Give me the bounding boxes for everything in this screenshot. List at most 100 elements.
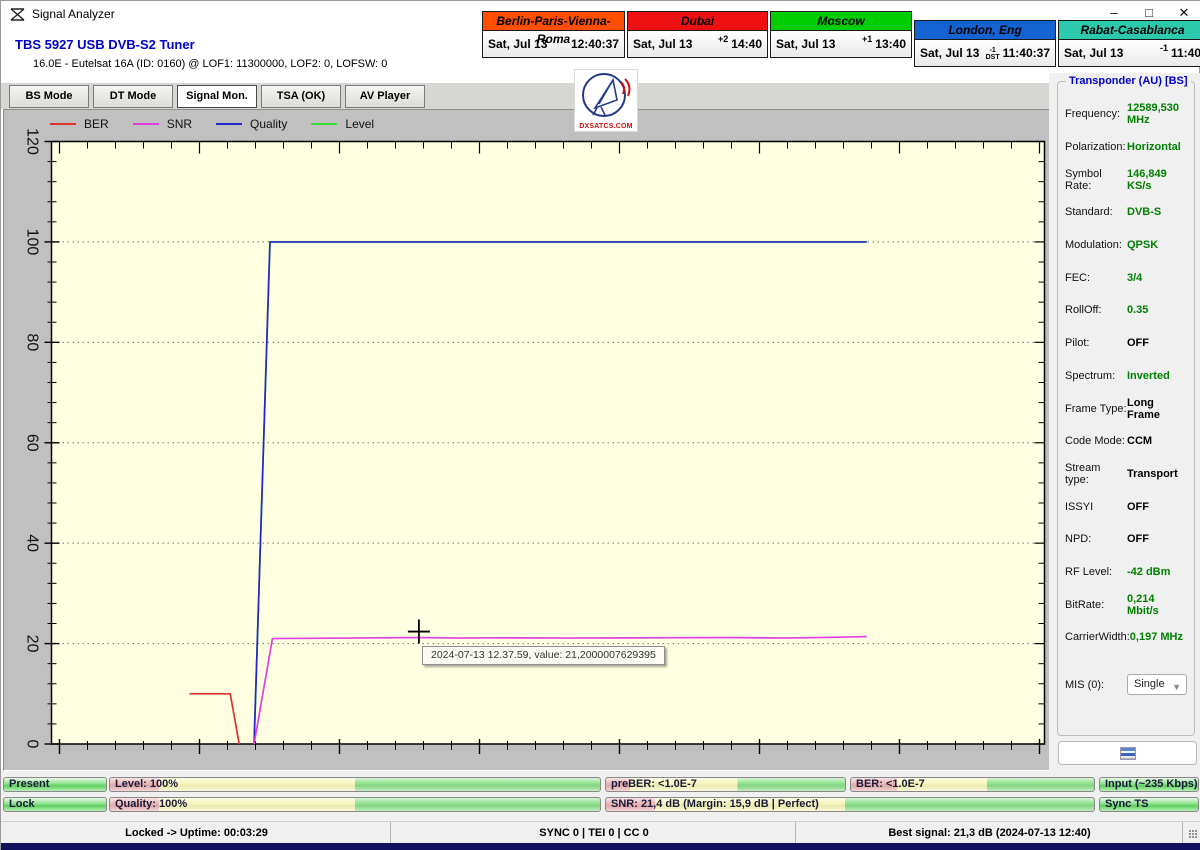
logo-text: DXSATCS.COM: [579, 123, 633, 130]
field-value: Long Frame: [1127, 396, 1161, 421]
svg-text:60: 60: [24, 434, 41, 452]
field-label: CarrierWidth:: [1065, 631, 1130, 644]
field-label: RF Level:: [1065, 565, 1113, 578]
svg-text:120: 120: [24, 128, 41, 155]
tab-tsa-ok-[interactable]: TSA (OK): [261, 85, 341, 108]
field-value: QPSK: [1127, 239, 1159, 252]
transponder-row: Frame Type: Long Frame: [1058, 392, 1194, 425]
status-bar: Locked -> Uptime: 00:03:29 SYNC 0 | TEI 0…: [1, 821, 1200, 844]
status-cell-2: Best signal: 21,3 dB (2024-07-13 12:40): [797, 822, 1183, 844]
transponder-row: Symbol Rate: 146,849 KS/s: [1058, 163, 1194, 196]
clock-offset: +1: [862, 34, 873, 44]
field-value: -42 dBm: [1127, 565, 1171, 578]
svg-text:100: 100: [24, 229, 41, 256]
bottom-strip: [1, 843, 1200, 850]
tab-bar: BS Mode DT Mode Signal Mon. TSA (OK) AV Play…: [1, 83, 1049, 109]
gauge-preber: preBER: <1.0E-7: [605, 777, 846, 792]
transponder-row: BitRate: 0,214 Mbit/s: [1058, 588, 1194, 621]
gauge-input-235-kbps-: Input (~235 Kbps): [1099, 777, 1199, 792]
transponder-row: Frequency: 12589,530 MHz: [1058, 98, 1194, 131]
clock-1: Dubai Sat, Jul 13 +2 14:40: [627, 11, 768, 58]
status-cell-1: SYNC 0 | TEI 0 | CC 0: [393, 822, 796, 844]
field-label: Modulation:: [1065, 239, 1122, 252]
clock-2: Moscow Sat, Jul 13 +1 13:40: [770, 11, 912, 58]
field-value: 12589,530 MHz: [1127, 102, 1179, 127]
field-label: Code Mode:: [1065, 435, 1125, 448]
clock-date: Sat, Jul 13: [776, 37, 836, 51]
mis-label: MIS (0):: [1065, 678, 1105, 691]
transponder-row: Spectrum: Inverted: [1058, 360, 1194, 393]
chevron-down-icon: ▼: [1172, 682, 1181, 692]
tab-dt-mode[interactable]: DT Mode: [93, 85, 173, 108]
dxsatcs-logo: DXSATCS.COM: [574, 69, 638, 132]
transponder-row: ISSYI OFF: [1058, 490, 1194, 523]
field-label: Frame Type:: [1065, 402, 1127, 415]
transponder-row: Stream type: Transport: [1058, 458, 1194, 491]
tab-bs-mode[interactable]: BS Mode: [9, 85, 89, 108]
clock-dst-offset: -1 DST: [985, 47, 1000, 61]
clock-time: 13:40: [875, 37, 906, 51]
clock-date: Sat, Jul 13: [1064, 46, 1124, 60]
transponder-groupbox: Transponder (AU) [BS] Frequency: 12589,53…: [1057, 75, 1195, 736]
field-label: Spectrum:: [1065, 369, 1116, 382]
clock-time-row: Sat, Jul 13 +1 13:40: [770, 31, 912, 58]
gauge-quality: Quality: 100%: [109, 797, 601, 812]
resize-grip[interactable]: [1189, 830, 1198, 839]
mis-dropdown[interactable]: Single ▼: [1127, 674, 1187, 695]
field-label: Polarization:: [1065, 141, 1126, 154]
field-label: Symbol Rate:: [1065, 167, 1102, 192]
clock-city: Moscow: [770, 11, 912, 31]
clock-time: 11:40:37: [1002, 46, 1050, 60]
transponder-title: Transponder (AU) [BS]: [1066, 75, 1191, 87]
clock-time: 11:40: [1170, 46, 1200, 60]
field-value: 0.35: [1127, 304, 1149, 317]
gauge-present: Present: [3, 777, 107, 792]
clock-date: Sat, Jul 13: [633, 37, 693, 51]
tab-signal-mon-[interactable]: Signal Mon.: [177, 85, 257, 108]
clock-time-row: Sat, Jul 13 +2 14:40: [627, 31, 768, 58]
transponder-row: Modulation: QPSK: [1058, 229, 1194, 262]
field-value: Horizontal: [1127, 141, 1181, 154]
transport-list-button[interactable]: [1058, 741, 1197, 765]
field-value: OFF: [1127, 500, 1149, 513]
transponder-row: RF Level: -42 dBm: [1058, 556, 1194, 589]
clock-city: Berlin-Paris-Vienna-Roma: [482, 11, 625, 46]
field-value: Transport: [1127, 467, 1178, 480]
mis-row: MIS (0): Single ▼: [1058, 674, 1194, 695]
field-value: 3/4: [1127, 271, 1143, 284]
window-title: Signal Analyzer: [32, 7, 115, 21]
clock-offset: +2: [718, 34, 729, 44]
clock-4: Rabat-Casablanca Sat, Jul 13 -1 11:40: [1058, 20, 1200, 67]
clock-time-row: Sat, Jul 13 -1 11:40: [1058, 40, 1200, 67]
field-value: 146,849 KS/s: [1127, 167, 1167, 192]
field-value: OFF: [1127, 533, 1149, 546]
gauge-lock: Lock: [3, 797, 107, 812]
svg-text:40: 40: [24, 534, 41, 552]
gauge-ber: BER: <1.0E-7: [850, 777, 1095, 792]
field-label: FEC:: [1065, 271, 1091, 284]
world-clocks: Berlin-Paris-Vienna-Roma Sat, Jul 13 12:40…: [482, 11, 1200, 73]
signal-chart-panel: BER SNR Quality Level 0 20 40 60 80 100 120 2024-…: [3, 109, 1049, 771]
signal-chart[interactable]: 0 20 40 60 80 100 120: [4, 110, 1050, 772]
field-value: 0,197 MHz: [1129, 631, 1183, 644]
transponder-row: Standard: DVB-S: [1058, 196, 1194, 229]
tab-av-player[interactable]: AV Player: [345, 85, 425, 108]
status-cell-0: Locked -> Uptime: 00:03:29: [3, 822, 391, 844]
clock-time: 14:40: [731, 37, 762, 51]
gauge-snr: SNR: 21,4 dB (Margin: 15,9 dB | Perfect): [605, 797, 1095, 812]
clock-time-row: Sat, Jul 13 -1 DST 11:40:37: [914, 40, 1056, 67]
right-panel: Transponder (AU) [BS] Frequency: 12589,53…: [1049, 73, 1200, 850]
field-label: BitRate:: [1065, 598, 1105, 611]
list-icon: [1120, 747, 1136, 760]
mis-value: Single: [1134, 678, 1165, 690]
transponder-row: NPD: OFF: [1058, 523, 1194, 556]
field-value: CCM: [1127, 435, 1153, 448]
field-label: Frequency:: [1065, 108, 1121, 121]
field-value: DVB-S: [1127, 206, 1162, 219]
svg-text:0: 0: [24, 740, 41, 749]
clock-city: Rabat-Casablanca: [1058, 20, 1200, 40]
svg-text:80: 80: [24, 333, 41, 351]
satellite-dish-icon: [582, 73, 631, 117]
field-value: Inverted: [1127, 369, 1170, 382]
clock-date: Sat, Jul 13: [488, 37, 548, 51]
